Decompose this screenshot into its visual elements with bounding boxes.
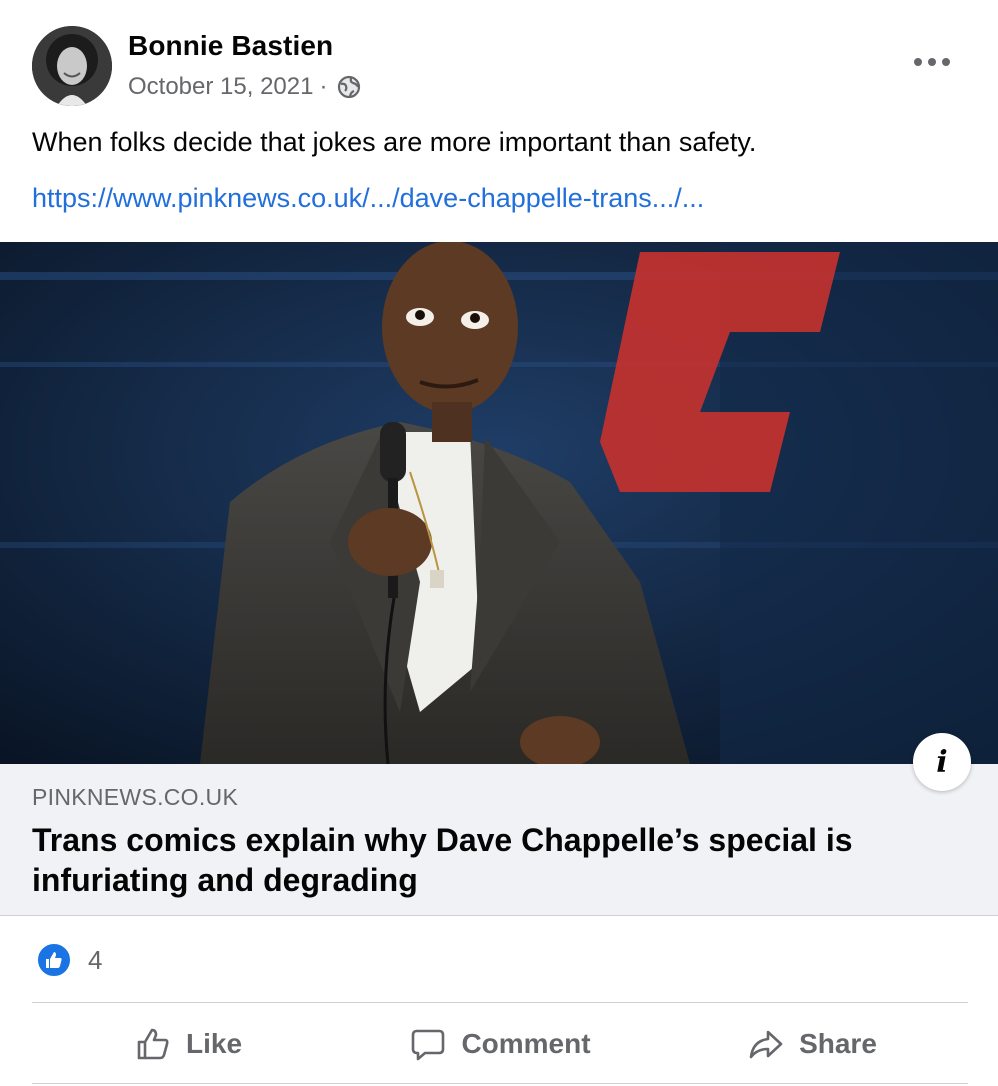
meta-separator: · [319,73,328,100]
post-date[interactable]: October 15, 2021 [128,73,313,101]
link-card[interactable]: PINKNEWS.CO.UK Trans comics explain why … [0,764,998,916]
divider [32,1002,968,1003]
post-text: When folks decide that jokes are more im… [32,127,757,157]
post-link[interactable]: https://www.pinknews.co.uk/.../dave-chap… [32,180,704,216]
link-preview-image[interactable] [0,242,998,764]
link-headline[interactable]: Trans comics explain why Dave Chappelle’… [32,820,932,900]
share-arrow-icon [749,1030,783,1059]
comment-bubble-icon [412,1029,445,1061]
reaction-summary[interactable]: 4 [36,942,102,978]
share-button[interactable]: Share [656,1010,968,1078]
author-avatar[interactable] [32,26,112,106]
globe-icon[interactable] [337,75,361,99]
post-meta: October 15, 2021 · [128,73,361,101]
reaction-count: 4 [88,944,103,975]
thumbs-up-icon [36,942,72,978]
info-icon[interactable]: i [913,733,971,791]
divider-bottom [32,1083,968,1084]
thumbs-up-outline-icon [137,1028,169,1060]
like-label: Like [185,1028,243,1059]
author-name[interactable]: Bonnie Bastien [128,30,333,62]
link-domain: PINKNEWS.CO.UK [32,784,239,810]
comment-label: Comment [461,1028,591,1059]
action-bar: Like Comment Share [32,1010,968,1078]
ellipsis-icon[interactable] [914,52,950,72]
facebook-post: Bonnie Bastien October 15, 2021 · When f… [0,0,998,1086]
like-button[interactable]: Like [32,1010,344,1078]
share-label: Share [799,1028,877,1059]
comment-button[interactable]: Comment [344,1010,656,1078]
